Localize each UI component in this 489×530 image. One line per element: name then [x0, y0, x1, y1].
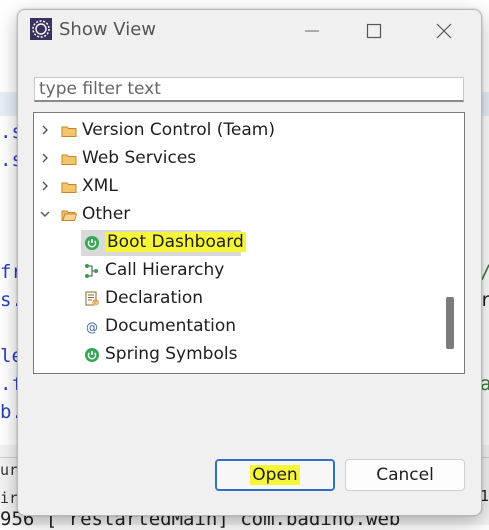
tree-item-call-hierarchy[interactable]: Call Hierarchy [34, 257, 444, 285]
minimize-button[interactable] [289, 10, 335, 52]
tree-item-label: Other [82, 204, 131, 224]
close-button[interactable] [421, 10, 467, 52]
declaration-icon: @ [85, 291, 99, 307]
tree-item-label: Declaration [105, 288, 204, 308]
folder-icon [61, 182, 77, 193]
chevron-down-icon[interactable] [39, 208, 51, 220]
tree-item-label: Web Services [82, 148, 197, 168]
spring-boot-icon [85, 236, 99, 250]
tree-scrollbar-thumb[interactable] [446, 297, 454, 349]
folder-open-icon [61, 210, 77, 221]
tree-item-label: XML [82, 176, 118, 196]
minimize-icon [305, 30, 319, 32]
tree-item-label: Boot Dashboard [105, 232, 246, 252]
folder-icon [61, 154, 77, 165]
tree-item-boot-dashboard[interactable]: Boot Dashboard [34, 229, 444, 257]
tree-item-web-services[interactable]: Web Services [34, 145, 444, 173]
open-button[interactable]: Open [215, 459, 335, 491]
tree-item-xml[interactable]: XML [34, 173, 444, 201]
maximize-icon [366, 23, 382, 39]
tree-item-label: Spring Symbols [105, 344, 238, 364]
call-hierarchy-icon [85, 264, 98, 278]
eclipse-app-icon [30, 18, 52, 40]
spring-boot-icon [85, 348, 99, 362]
filter-field[interactable] [34, 77, 464, 102]
svg-text:@: @ [93, 301, 98, 307]
view-tree[interactable]: Version Control (Team) Web Services XML … [33, 112, 465, 374]
dialog-titlebar[interactable]: Show View [18, 10, 481, 52]
tree-item-label: Call Hierarchy [105, 260, 225, 280]
tree-item-spring-symbols[interactable]: Spring Symbols [34, 341, 444, 369]
tree-item-declaration[interactable]: @ Declaration [34, 285, 444, 313]
tree-item-documentation[interactable]: @ Documentation [34, 313, 444, 341]
show-view-dialog: Show View Version Control (Team) Web Ser… [17, 9, 482, 516]
chevron-right-icon[interactable] [39, 180, 51, 192]
filter-input[interactable] [35, 78, 463, 100]
at-sign-icon: @ [86, 321, 98, 335]
tree-item-label: Version Control (Team) [82, 120, 275, 140]
maximize-button[interactable] [351, 10, 397, 52]
chevron-right-icon[interactable] [39, 152, 51, 164]
tree-item-label: Documentation [105, 316, 237, 336]
chevron-right-icon[interactable] [39, 124, 51, 136]
dialog-title: Show View [59, 19, 157, 40]
tree-item-version-control[interactable]: Version Control (Team) [34, 117, 444, 145]
cancel-button[interactable]: Cancel [345, 459, 465, 491]
open-button-label: Open [250, 465, 300, 485]
close-icon [436, 23, 452, 39]
svg-text:@: @ [86, 321, 98, 335]
tree-item-other[interactable]: Other [34, 201, 444, 229]
folder-icon [61, 126, 77, 137]
